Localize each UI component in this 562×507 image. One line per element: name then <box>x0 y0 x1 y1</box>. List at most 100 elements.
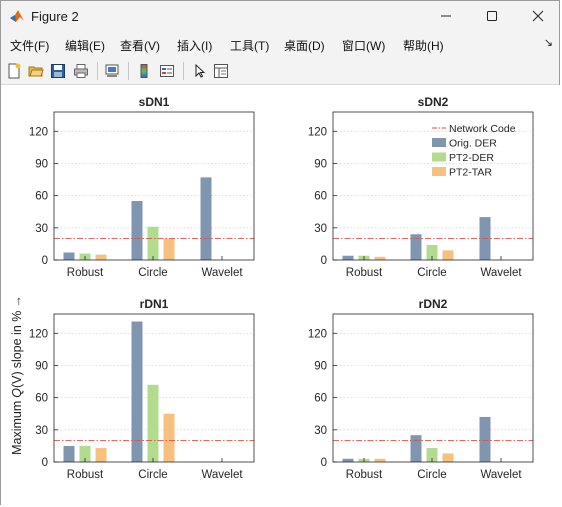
bar <box>342 255 354 260</box>
y-tick-label: 90 <box>314 360 327 372</box>
menu-tools[interactable]: 工具(T) <box>230 37 269 54</box>
dock-arrow-icon[interactable]: ↘ <box>544 36 553 49</box>
menu-insert[interactable]: 插入(I) <box>177 37 212 54</box>
y-tick-label: 30 <box>314 223 327 235</box>
bar <box>147 384 159 462</box>
plot-area <box>333 314 533 462</box>
menu-help[interactable]: 帮助(H) <box>403 37 444 54</box>
y-tick-label: 30 <box>35 223 48 235</box>
maximize-icon <box>487 11 497 21</box>
bar <box>63 445 75 462</box>
menu-window[interactable]: 窗口(W) <box>342 37 385 54</box>
x-tick-label: Circle <box>138 267 167 279</box>
y-tick-label: 90 <box>35 360 48 372</box>
x-tick-label: Wavelet <box>480 267 522 279</box>
bar <box>342 458 354 462</box>
subplot-title: rDN2 <box>419 297 448 311</box>
chart-svg: 0 30 60 90 120 Robust Circle Wavelet sDN1 0 30 60 90… <box>29 95 534 481</box>
bar <box>163 238 175 260</box>
toolbar-separator <box>183 62 184 80</box>
x-tick-label: Robust <box>346 267 383 279</box>
y-axis-label: Maximum Q(V) slope in % → <box>10 295 24 455</box>
y-tick-label: 30 <box>314 425 327 437</box>
minimize-button[interactable] <box>423 1 469 31</box>
bar <box>374 256 386 260</box>
bar <box>410 435 422 462</box>
save-icon[interactable] <box>48 61 68 81</box>
x-tick-label: Robust <box>67 469 104 481</box>
legend-label: Network Code <box>449 123 516 135</box>
menu-bar: 文件(F) 编辑(E) 查看(V) 插入(I) 工具(T) 桌面(D) 窗口(W… <box>1 31 559 57</box>
x-tick-label: Robust <box>67 267 104 279</box>
y-tick-label: 90 <box>314 158 327 170</box>
bar <box>63 252 75 260</box>
y-axis-label-pre: Maximum <box>10 400 24 455</box>
matlab-icon <box>10 10 24 22</box>
y-tick-label: 120 <box>29 328 48 340</box>
legend-label: Orig. DER <box>449 138 497 150</box>
legend-label: PT2-TAR <box>449 167 492 179</box>
y-axis-label-post: slope in % <box>10 310 24 369</box>
y-axis-label-v: (V) <box>10 371 24 388</box>
legend-label: PT2-DER <box>449 152 494 164</box>
x-tick-label: Wavelet <box>201 267 243 279</box>
x-tick-label: Wavelet <box>201 469 243 481</box>
open-folder-icon[interactable] <box>26 61 46 81</box>
print-icon[interactable] <box>71 61 91 81</box>
pointer-icon[interactable] <box>189 61 209 81</box>
x-tick-label: Robust <box>346 469 383 481</box>
y-tick-label: 0 <box>321 255 327 267</box>
window-title: Figure 2 <box>31 9 79 24</box>
x-tick-label: Circle <box>417 469 446 481</box>
bar <box>131 201 143 260</box>
y-tick-label: 0 <box>42 457 48 469</box>
menu-view[interactable]: 查看(V) <box>120 37 160 54</box>
property-editor-icon[interactable] <box>211 61 231 81</box>
bar <box>200 177 212 260</box>
y-tick-label: 60 <box>35 393 48 405</box>
bar <box>479 416 491 462</box>
x-tick-label: Circle <box>138 469 167 481</box>
menu-edit[interactable]: 编辑(E) <box>65 37 105 54</box>
legend-swatch <box>432 152 446 162</box>
bar <box>442 250 454 260</box>
y-tick-label: 60 <box>314 191 327 203</box>
x-tick-label: Circle <box>417 267 446 279</box>
bar <box>374 458 386 462</box>
legend-swatch <box>432 167 446 176</box>
legend-icon[interactable] <box>157 61 177 81</box>
title-bar[interactable]: Figure 2 <box>1 1 559 31</box>
maximize-button[interactable] <box>469 1 515 31</box>
link-axes-icon[interactable] <box>102 61 122 81</box>
subplot-title: sDN2 <box>418 95 449 109</box>
y-tick-label: 30 <box>35 425 48 437</box>
subplot-title: rDN1 <box>140 297 169 311</box>
x-tick-label: Wavelet <box>480 469 522 481</box>
y-tick-label: 60 <box>314 393 327 405</box>
figure-toolbar <box>1 57 559 85</box>
y-tick-label: 120 <box>308 328 327 340</box>
subplot-title: sDN1 <box>139 95 170 109</box>
minimize-icon <box>441 15 451 17</box>
toolbar-separator <box>97 62 98 80</box>
y-tick-label: 0 <box>321 457 327 469</box>
y-tick-label: 120 <box>308 126 327 138</box>
y-axis-label-q: Q <box>10 387 24 398</box>
menu-file[interactable]: 文件(F) <box>10 37 49 54</box>
figure-window: Figure 2 文件(F) 编辑(E) 查看(V) 插入(I) 工具(T) 桌… <box>0 0 561 505</box>
figure-canvas[interactable]: 0 30 60 90 120 Robust Circle Wavelet sDN1 0 30 60 90… <box>1 85 561 505</box>
colorbar-icon[interactable] <box>134 61 154 81</box>
menu-desktop[interactable]: 桌面(D) <box>284 37 325 54</box>
y-tick-label: 120 <box>29 126 48 138</box>
bar <box>95 448 107 462</box>
legend-swatch <box>432 138 446 147</box>
new-file-icon[interactable] <box>4 61 24 81</box>
y-tick-label: 0 <box>42 255 48 267</box>
close-button[interactable] <box>515 1 561 31</box>
y-axis-label-arrow: → <box>10 295 24 308</box>
y-tick-label: 60 <box>35 191 48 203</box>
y-tick-label: 90 <box>35 158 48 170</box>
bar <box>442 453 454 462</box>
bar <box>95 254 107 260</box>
toolbar-separator <box>128 62 129 80</box>
